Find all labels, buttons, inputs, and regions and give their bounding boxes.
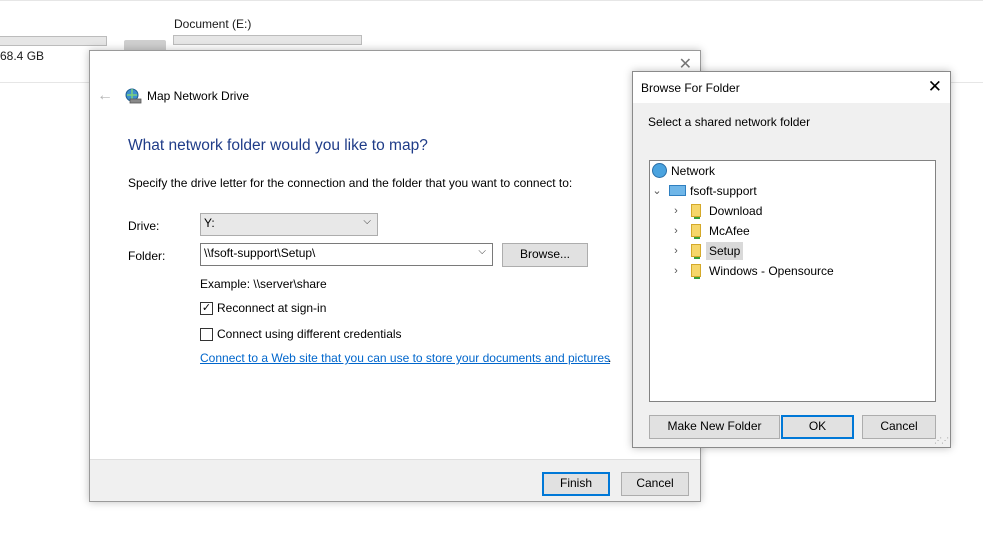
web-site-link[interactable]: Connect to a Web site that you can use t…	[200, 351, 610, 365]
map-network-drive-dialog: ✕ ← Map Network Drive What network folde…	[89, 50, 701, 502]
chevron-down-icon[interactable]: ⌄	[651, 182, 663, 200]
tree-node-folder[interactable]: › McAfee	[650, 222, 930, 240]
shared-folder-icon	[691, 244, 701, 259]
tree-node-label: Download	[709, 204, 763, 218]
computer-icon	[669, 185, 686, 196]
cancel-button[interactable]: Cancel	[621, 472, 689, 496]
drive-capacity-bar-left	[0, 36, 107, 46]
drive-capacity-text-left: 68.4 GB	[0, 49, 45, 63]
credentials-checkbox[interactable]	[200, 328, 213, 341]
drive-select-value: Y:	[204, 216, 215, 230]
finish-button[interactable]: Finish	[542, 472, 610, 496]
tree-node-label: Setup	[706, 242, 744, 260]
browse-titlebar: Browse For Folder ✕	[633, 72, 950, 103]
page-heading: What network folder would you like to ma…	[128, 137, 428, 154]
explorer-top-border	[0, 0, 983, 1]
browse-for-folder-dialog: Browse For Folder ✕ Select a shared netw…	[632, 71, 951, 448]
network-icon	[652, 163, 667, 178]
folder-label: Folder:	[128, 249, 166, 263]
credentials-label[interactable]: Connect using different credentials	[217, 327, 402, 341]
reconnect-label[interactable]: Reconnect at sign-in	[217, 301, 326, 315]
chevron-right-icon[interactable]: ›	[670, 202, 682, 220]
shared-folder-icon	[691, 264, 701, 279]
chevron-down-icon: ⌵	[363, 216, 371, 227]
tree-node-label: Windows - Opensource	[709, 264, 834, 278]
browse-description: Select a shared network folder	[648, 115, 811, 129]
chevron-right-icon[interactable]: ›	[670, 262, 682, 280]
tree-node-network[interactable]: Network	[650, 162, 930, 180]
tree-node-computer[interactable]: ⌄ fsoft-support	[650, 182, 930, 200]
folder-tree[interactable]: Network ⌄ fsoft-support › Download › McA…	[649, 160, 936, 402]
drive-capacity-bar-document	[173, 35, 362, 45]
back-arrow-icon[interactable]: ←	[97, 87, 113, 105]
ok-button[interactable]: OK	[781, 415, 854, 439]
browse-dialog-title: Browse For Folder	[641, 81, 740, 95]
resize-grip-icon[interactable]: ⋰⋰	[934, 436, 949, 445]
chevron-right-icon[interactable]: ›	[670, 222, 682, 240]
shared-folder-icon	[691, 204, 701, 219]
folder-value: \\fsoft-support\Setup\	[204, 246, 316, 260]
tree-node-label: McAfee	[709, 224, 750, 238]
example-text: Example: \\server\share	[200, 277, 327, 291]
tree-node-label: Network	[671, 164, 716, 178]
browse-button[interactable]: Browse...	[502, 243, 588, 267]
tree-node-label: fsoft-support	[690, 184, 757, 198]
close-icon[interactable]: ✕	[928, 77, 942, 97]
make-new-folder-button[interactable]: Make New Folder	[649, 415, 780, 439]
drive-select[interactable]: Y: ⌵	[200, 213, 378, 236]
instruction-text: Specify the drive letter for the connect…	[128, 176, 573, 190]
chevron-right-icon[interactable]: ›	[670, 242, 682, 260]
drive-name-document[interactable]: Document (E:)	[174, 17, 251, 31]
tree-node-folder[interactable]: › Windows - Opensource	[650, 262, 930, 280]
shared-folder-icon	[691, 224, 701, 239]
reconnect-checkbox[interactable]: ✓	[200, 302, 213, 315]
tree-node-folder-selected[interactable]: › Setup	[650, 242, 930, 260]
web-site-link-period: .	[608, 351, 612, 365]
folder-combobox[interactable]: \\fsoft-support\Setup\ ⌵	[200, 243, 493, 266]
dialog-title: Map Network Drive	[147, 89, 250, 103]
drive-label: Drive:	[128, 219, 160, 233]
tree-node-folder[interactable]: › Download	[650, 202, 930, 220]
network-drive-icon	[125, 88, 142, 104]
cancel-button[interactable]: Cancel	[862, 415, 936, 439]
chevron-down-icon[interactable]: ⌵	[478, 246, 486, 257]
